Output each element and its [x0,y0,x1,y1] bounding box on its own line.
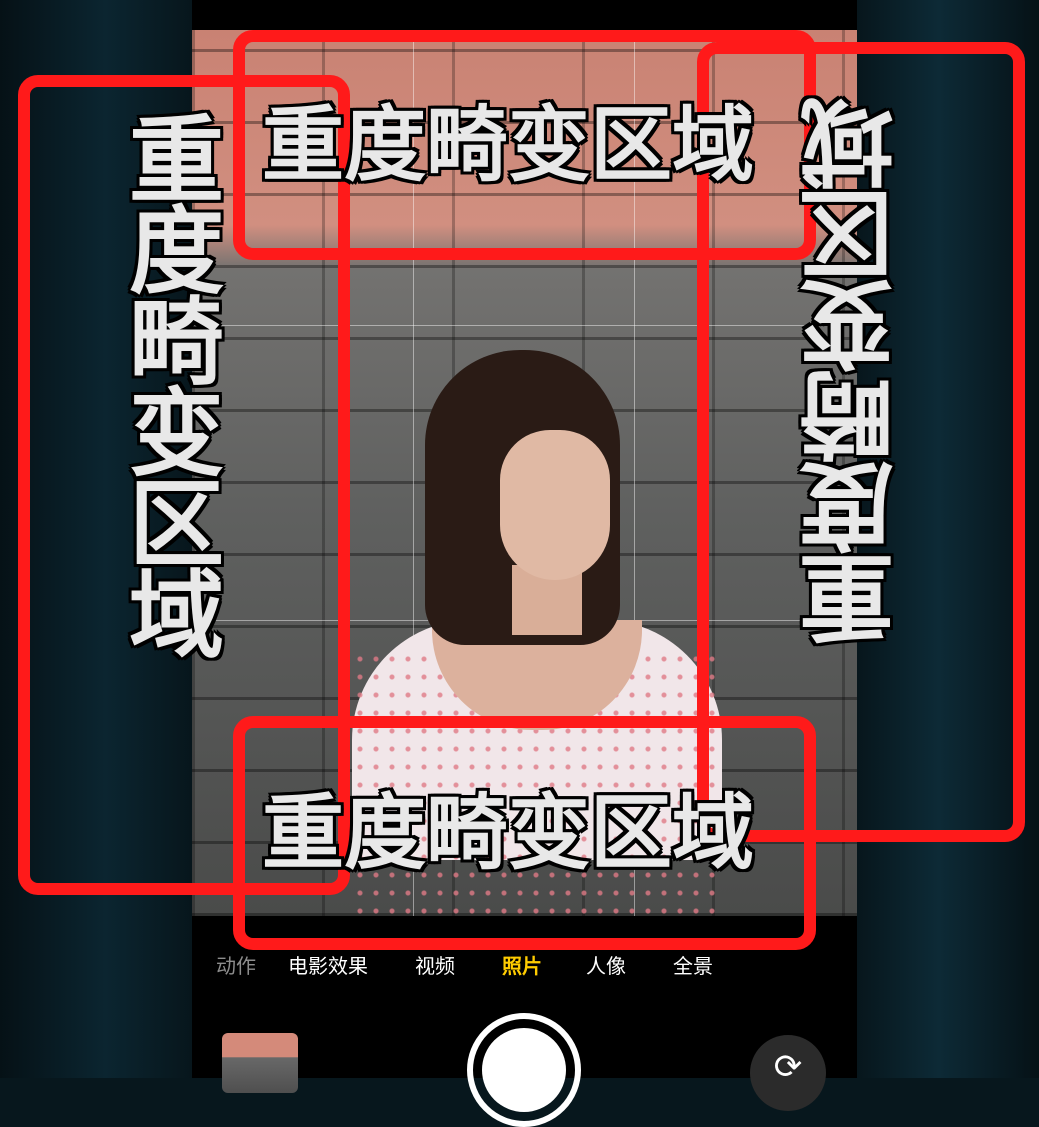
distortion-label-top: 重度畸变区域 [262,98,755,193]
camera-mode-selector[interactable]: 动作 电影效果 视频 照片 人像 全景 [192,950,857,984]
subject-face [500,430,610,580]
mode-video[interactable]: 视频 [415,950,455,979]
mode-cinematic[interactable]: 电影效果 [288,950,368,979]
mode-panorama[interactable]: 全景 [673,950,713,979]
distortion-label-left: 重度畸变区域 [113,110,223,656]
shutter-icon[interactable] [467,1013,581,1127]
mode-portrait[interactable]: 人像 [586,950,626,979]
mode-photo[interactable]: 照片 [502,950,542,979]
photo-thumbnail-icon[interactable] [222,1033,298,1093]
camera-flip-icon[interactable]: ⟳ [750,1035,826,1111]
distortion-label-right: 重度畸变区域 [800,100,910,646]
mode-slow-motion[interactable]: 动作 [216,950,256,979]
distortion-label-bottom: 重度畸变区域 [262,786,755,881]
